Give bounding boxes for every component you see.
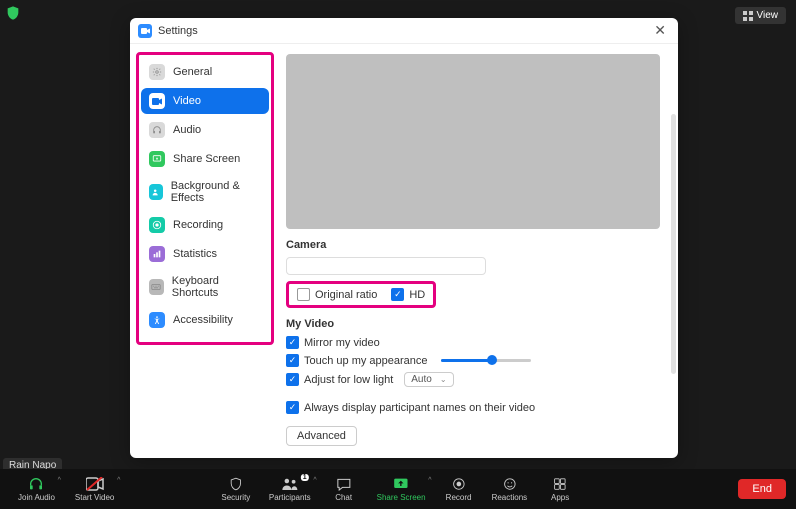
mirror-label: Mirror my video (304, 337, 380, 349)
nav-label: Share Screen (173, 153, 240, 165)
grid-icon (743, 11, 753, 21)
toolbar-label: Apps (551, 493, 569, 502)
toolbar-label: Chat (335, 493, 352, 502)
participants-icon (281, 476, 299, 492)
shield-icon (5, 5, 21, 21)
touchup-checkbox[interactable] (286, 354, 299, 367)
share-screen-icon (393, 476, 409, 492)
nav-background-effects[interactable]: Background & Effects (141, 175, 269, 209)
camera-select[interactable] (286, 257, 486, 275)
shield-icon (229, 476, 243, 492)
nav-general[interactable]: General (141, 59, 269, 85)
nav-label: General (173, 66, 212, 78)
view-button[interactable]: View (735, 7, 787, 24)
settings-titlebar: Settings ✕ (130, 18, 678, 44)
chevron-down-icon: ⌄ (440, 375, 447, 384)
toolbar-label: Participants (269, 493, 311, 502)
apps-button[interactable]: Apps (537, 474, 583, 504)
reactions-button[interactable]: Reactions (484, 474, 536, 504)
nav-label: Background & Effects (171, 180, 261, 204)
nav-statistics[interactable]: Statistics (141, 241, 269, 267)
toolbar-label: Start Video (75, 493, 114, 502)
annotation-highlight-sidebar: General Video Audio Share Screen Backgro… (136, 52, 274, 345)
record-icon (452, 476, 466, 492)
scrollbar[interactable] (671, 114, 676, 374)
nav-label: Statistics (173, 248, 217, 260)
participants-count: 1 (301, 474, 309, 481)
view-label: View (757, 10, 779, 21)
headphones-icon (149, 122, 165, 138)
end-button[interactable]: End (738, 479, 786, 499)
video-preview (286, 54, 660, 229)
join-audio-button[interactable]: ^ Join Audio (10, 474, 63, 504)
original-ratio-label: Original ratio (315, 289, 377, 301)
camera-section-label: Camera (286, 239, 660, 251)
nav-accessibility[interactable]: Accessibility (141, 307, 269, 333)
always-names-checkbox[interactable] (286, 401, 299, 414)
video-icon (149, 93, 165, 109)
nav-audio[interactable]: Audio (141, 117, 269, 143)
background-icon (149, 184, 163, 200)
record-button[interactable]: Record (436, 474, 482, 504)
stats-icon (149, 246, 165, 262)
nav-share-screen[interactable]: Share Screen (141, 146, 269, 172)
headphones-icon (28, 476, 44, 492)
chat-button[interactable]: Chat (321, 474, 367, 504)
video-off-icon (86, 476, 104, 492)
close-button[interactable]: ✕ (650, 22, 670, 39)
slider-thumb[interactable] (487, 355, 497, 365)
lowlight-mode-select[interactable]: Auto ⌄ (404, 372, 453, 387)
toolbar-label: Record (446, 493, 472, 502)
app-icon (138, 24, 152, 38)
touchup-slider[interactable] (441, 359, 531, 362)
apps-icon (553, 476, 567, 492)
nav-label: Recording (173, 219, 223, 231)
mirror-checkbox[interactable] (286, 336, 299, 349)
lowlight-mode-value: Auto (411, 374, 432, 385)
hd-label: HD (409, 289, 425, 301)
settings-content: Camera Original ratio HD My Video Mirror… (280, 44, 678, 458)
toolbar-label: Security (221, 493, 250, 502)
hd-checkbox[interactable] (391, 288, 404, 301)
chat-icon (336, 476, 352, 492)
nav-keyboard-shortcuts[interactable]: Keyboard Shortcuts (141, 270, 269, 304)
chevron-up-icon[interactable]: ^ (428, 477, 431, 484)
advanced-button[interactable]: Advanced (286, 426, 357, 446)
record-icon (149, 217, 165, 233)
original-ratio-checkbox[interactable] (297, 288, 310, 301)
myvideo-section-label: My Video (286, 318, 660, 330)
touchup-label: Touch up my appearance (304, 355, 428, 367)
settings-window: Settings ✕ General Video Audio (130, 18, 678, 458)
lowlight-checkbox[interactable] (286, 373, 299, 386)
nav-recording[interactable]: Recording (141, 212, 269, 238)
nav-label: Accessibility (173, 314, 233, 326)
accessibility-icon (149, 312, 165, 328)
lowlight-label: Adjust for low light (304, 374, 393, 386)
settings-sidebar: General Video Audio Share Screen Backgro… (130, 44, 280, 458)
nav-video[interactable]: Video (141, 88, 269, 114)
reactions-icon (502, 476, 516, 492)
keyboard-icon (149, 279, 164, 295)
share-icon (149, 151, 165, 167)
start-video-button[interactable]: ^ Start Video (67, 474, 122, 504)
chevron-up-icon[interactable]: ^ (313, 477, 316, 484)
security-button[interactable]: Security (213, 474, 259, 504)
always-names-label: Always display participant names on thei… (304, 402, 535, 414)
toolbar-label: Share Screen (377, 493, 426, 502)
toolbar-label: Reactions (492, 493, 528, 502)
chevron-up-icon[interactable]: ^ (117, 477, 120, 484)
meeting-toolbar: ^ Join Audio ^ Start Video Security ^ 1 … (0, 469, 796, 509)
chevron-up-icon[interactable]: ^ (58, 477, 61, 484)
settings-title: Settings (158, 25, 650, 37)
toolbar-label: Join Audio (18, 493, 55, 502)
participants-button[interactable]: ^ 1 Participants (261, 474, 319, 504)
share-screen-button[interactable]: ^ Share Screen (369, 474, 434, 504)
end-label: End (752, 483, 772, 495)
nav-label: Video (173, 95, 201, 107)
annotation-highlight-ratio: Original ratio HD (286, 281, 436, 308)
nav-label: Audio (173, 124, 201, 136)
gear-icon (149, 64, 165, 80)
nav-label: Keyboard Shortcuts (172, 275, 261, 299)
